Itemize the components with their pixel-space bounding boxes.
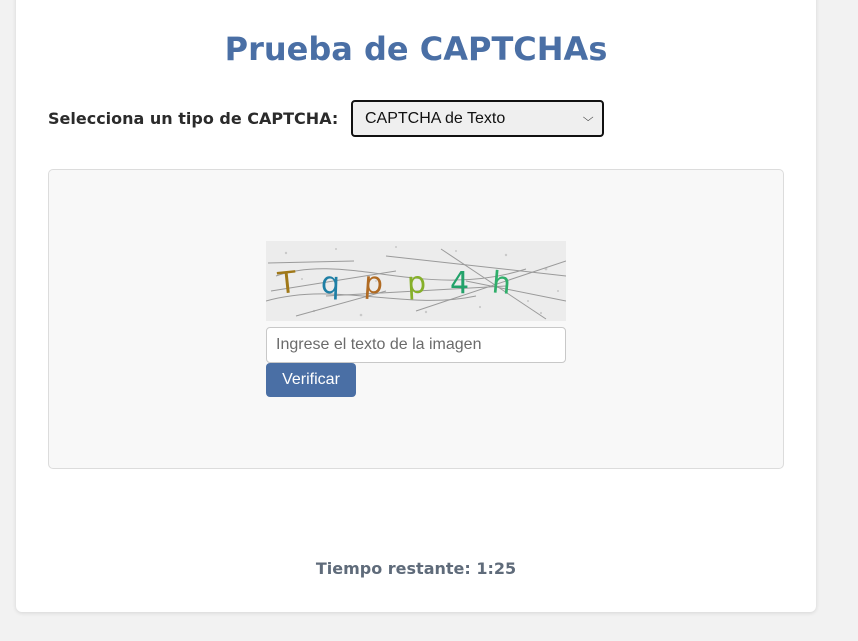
captcha-character: p (363, 265, 384, 301)
time-remaining: Tiempo restante: 1:25 (315, 559, 517, 578)
captcha-text-input[interactable] (266, 327, 566, 363)
verify-button[interactable]: Verificar (266, 363, 356, 397)
captcha-character: h (490, 265, 512, 302)
main-card: Prueba de CAPTCHAs Selecciona un tipo de… (16, 0, 816, 612)
captcha-type-label: Selecciona un tipo de CAPTCHA: (48, 109, 339, 128)
captcha-panel: Tqpp4h Verificar (48, 169, 784, 469)
page-title: Prueba de CAPTCHAs (224, 30, 608, 68)
captcha-type-selected-value: CAPTCHA de Texto (365, 109, 506, 127)
captcha-image-svg: Tqpp4h (266, 241, 566, 321)
captcha-character: p (406, 265, 427, 301)
captcha-type-select[interactable]: CAPTCHA de Texto ⌵ (351, 100, 604, 137)
captcha-character: q (320, 266, 340, 302)
captcha-character: 4 (450, 266, 469, 301)
captcha-image: Tqpp4h (266, 241, 566, 321)
chevron-down-icon: ⌵ (582, 112, 594, 124)
